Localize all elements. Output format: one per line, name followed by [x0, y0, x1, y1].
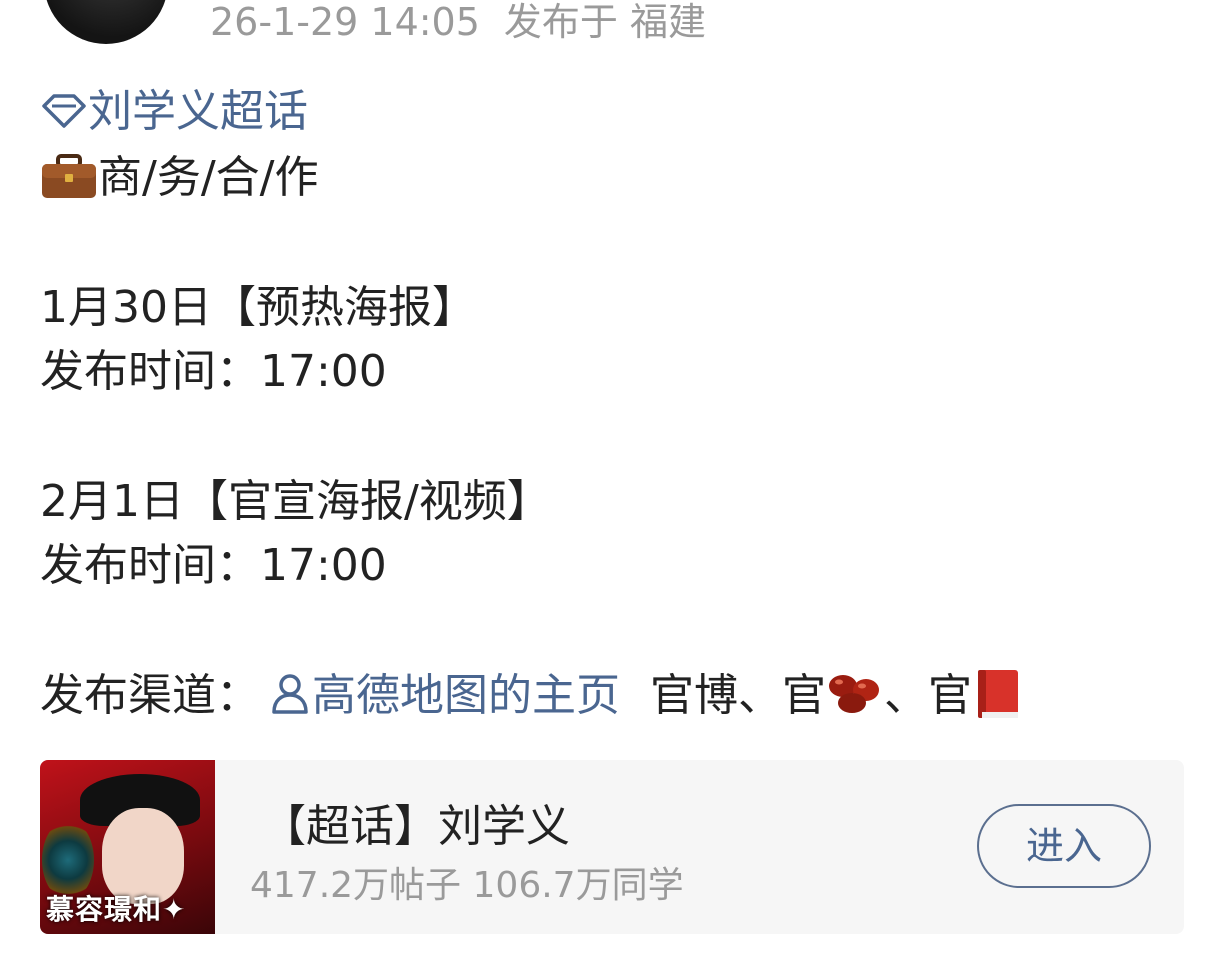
schedule-1-time: 发布时间：17:00	[40, 346, 387, 397]
author-avatar[interactable]	[44, 0, 168, 44]
enter-button[interactable]: 进入	[977, 804, 1151, 888]
diamond-topic-icon	[42, 94, 86, 128]
schedule-2-time: 发布时间：17:00	[40, 540, 387, 591]
thumbnail-caption: 慕容璟和✦	[46, 893, 187, 926]
business-line: 商/务/合/作	[40, 150, 318, 206]
topic-link[interactable]: 刘学义超话	[88, 86, 308, 137]
schedule-1-title: 1月30日【预热海报】	[40, 282, 476, 333]
user-icon	[272, 674, 308, 714]
business-text: 商/务/合/作	[98, 152, 319, 203]
post-location: 发布于 福建	[503, 0, 706, 44]
post-meta: 26-1-29 14:05 发布于 福建	[210, 0, 706, 44]
supertopic-stats: 417.2万帖子 106.7万同学	[250, 865, 684, 906]
channel-line: 发布渠道： 高德地图的主页 官博、官 、官	[40, 668, 1022, 724]
channel-user-link[interactable]: 高德地图的主页	[312, 670, 620, 721]
briefcase-icon	[42, 154, 96, 198]
red-book-icon	[978, 670, 1018, 718]
beans-icon	[829, 675, 879, 713]
channel-text-2: 、官	[884, 670, 972, 721]
post-timestamp: 26-1-29 14:05	[210, 0, 480, 44]
supertopic-title: 【超话】刘学义	[262, 801, 570, 852]
schedule-2-title: 2月1日【官宣海报/视频】	[40, 476, 551, 527]
channel-label: 发布渠道：	[40, 670, 260, 721]
channel-text-1: 官博、官	[650, 670, 826, 721]
topic-line[interactable]: 刘学义超话	[40, 84, 308, 140]
supertopic-card[interactable]: 慕容璟和✦ 【超话】刘学义 417.2万帖子 106.7万同学 进入	[40, 760, 1184, 934]
supertopic-thumbnail: 慕容璟和✦	[40, 760, 215, 934]
